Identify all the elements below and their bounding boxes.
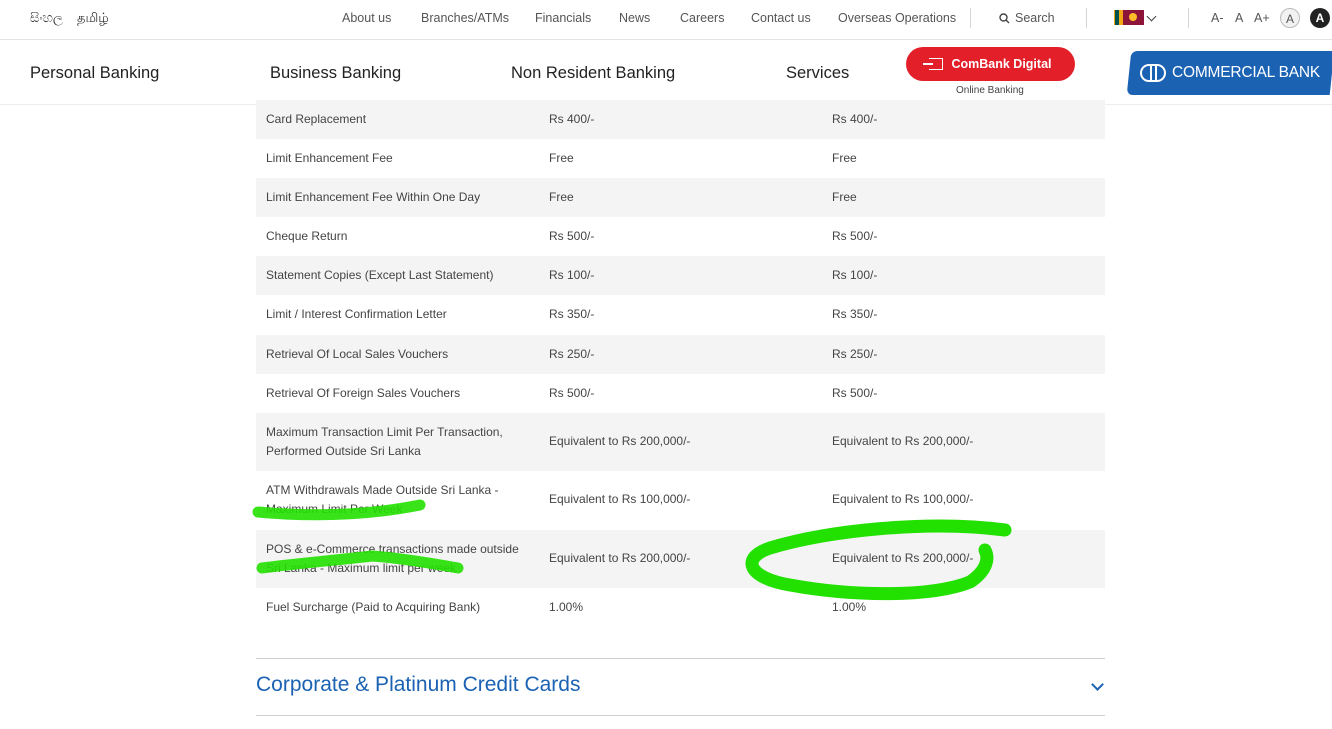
highlight-underline — [252, 499, 426, 521]
highlight-circle — [745, 519, 1012, 601]
highlight-underline — [256, 550, 464, 574]
highlight-annotations — [252, 499, 1012, 601]
